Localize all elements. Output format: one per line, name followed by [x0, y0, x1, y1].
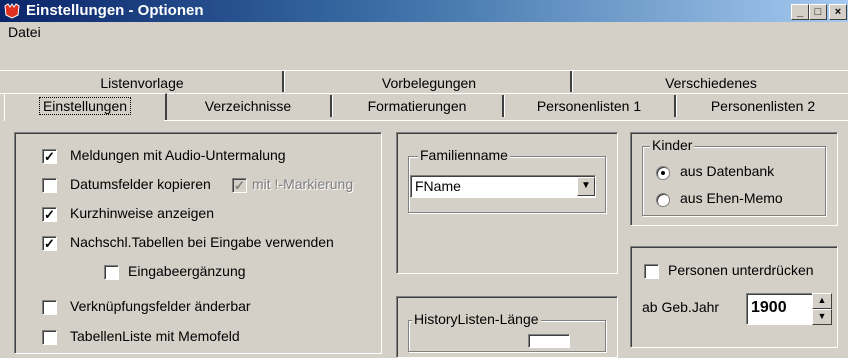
kurzhinweise-label: Kurzhinweise anzeigen: [70, 205, 214, 221]
geb-jahr-spinner[interactable]: 1900: [746, 293, 814, 325]
tabellenliste-checkbox[interactable]: [42, 330, 57, 345]
verknuepfung-label: Verknüpfungsfelder änderbar: [70, 298, 251, 314]
tab-divider: [674, 95, 677, 117]
title-bar: Einstellungen - Optionen _ □ ×: [0, 0, 848, 22]
geb-jahr-label: ab Geb.Jahr: [642, 299, 720, 315]
personen-checkbox[interactable]: [644, 264, 659, 279]
chevron-down-icon[interactable]: ▼: [577, 177, 595, 196]
aus-ehen-memo-radio[interactable]: [656, 193, 670, 207]
nachschl-checkbox[interactable]: ✓: [42, 236, 57, 251]
datumsfelder-checkbox[interactable]: [42, 178, 57, 193]
familienname-label: Familienname: [418, 147, 510, 163]
tab-einstellungen-label: Einstellungen: [38, 97, 132, 115]
tab-listenvorlage[interactable]: Listenvorlage: [0, 72, 284, 94]
verknuepfung-checkbox[interactable]: [42, 300, 57, 315]
tab-formatierungen[interactable]: Formatierungen: [334, 95, 500, 117]
tab-divider: [570, 70, 573, 92]
geb-jahr-value: 1900: [751, 299, 787, 316]
tab-divider: [330, 95, 333, 117]
tab-divider: [282, 70, 285, 92]
audio-label: Meldungen mit Audio-Untermalung: [70, 147, 286, 163]
app-icon: [4, 3, 20, 19]
menu-bar: Datei: [0, 22, 848, 42]
eingabeergaenzung-checkbox[interactable]: [104, 265, 119, 280]
markierung-label: mit !-Markierung: [252, 176, 354, 192]
tab-personenlisten-2[interactable]: Personenlisten 2: [678, 95, 848, 117]
familienname-combo[interactable]: FName ▼: [410, 175, 596, 198]
aus-ehen-memo-label: aus Ehen-Memo: [680, 190, 783, 206]
tab-divider: [502, 95, 505, 117]
tab-einstellungen[interactable]: Einstellungen: [4, 93, 167, 121]
aus-datenbank-label: aus Datenbank: [680, 163, 775, 179]
spin-up-icon[interactable]: ▲: [812, 293, 832, 309]
nachschl-label: Nachschl.Tabellen bei Eingabe verwenden: [70, 234, 334, 250]
kurzhinweise-checkbox[interactable]: ✓: [42, 207, 57, 222]
tab-vorbelegungen[interactable]: Vorbelegungen: [286, 72, 572, 94]
menu-datei[interactable]: Datei: [8, 24, 41, 40]
history-label: HistoryListen-Länge: [412, 311, 541, 327]
kinder-label: Kinder: [650, 137, 695, 153]
tab-row-line: [164, 120, 848, 121]
window-title: Einstellungen - Optionen: [26, 2, 204, 19]
markierung-checkbox[interactable]: ✓: [232, 178, 247, 193]
close-button[interactable]: ×: [829, 4, 847, 20]
aus-datenbank-radio[interactable]: [656, 166, 670, 180]
tab-personenlisten-1[interactable]: Personenlisten 1: [506, 95, 672, 117]
spin-down-icon[interactable]: ▼: [812, 309, 832, 325]
tab-verschiedenes[interactable]: Verschiedenes: [574, 72, 848, 94]
personen-label: Personen unterdrücken: [668, 262, 814, 278]
familienname-value: FName: [415, 178, 461, 194]
history-spinner[interactable]: [528, 334, 570, 348]
minimize-button[interactable]: _: [791, 4, 809, 20]
tab-verzeichnisse[interactable]: Verzeichnisse: [168, 95, 328, 117]
tab-row-line: [0, 70, 848, 71]
eingabeergaenzung-label: Eingabeergänzung: [128, 263, 246, 279]
datumsfelder-label: Datumsfelder kopieren: [70, 176, 211, 192]
audio-checkbox[interactable]: ✓: [42, 149, 57, 164]
maximize-button[interactable]: □: [809, 4, 827, 20]
